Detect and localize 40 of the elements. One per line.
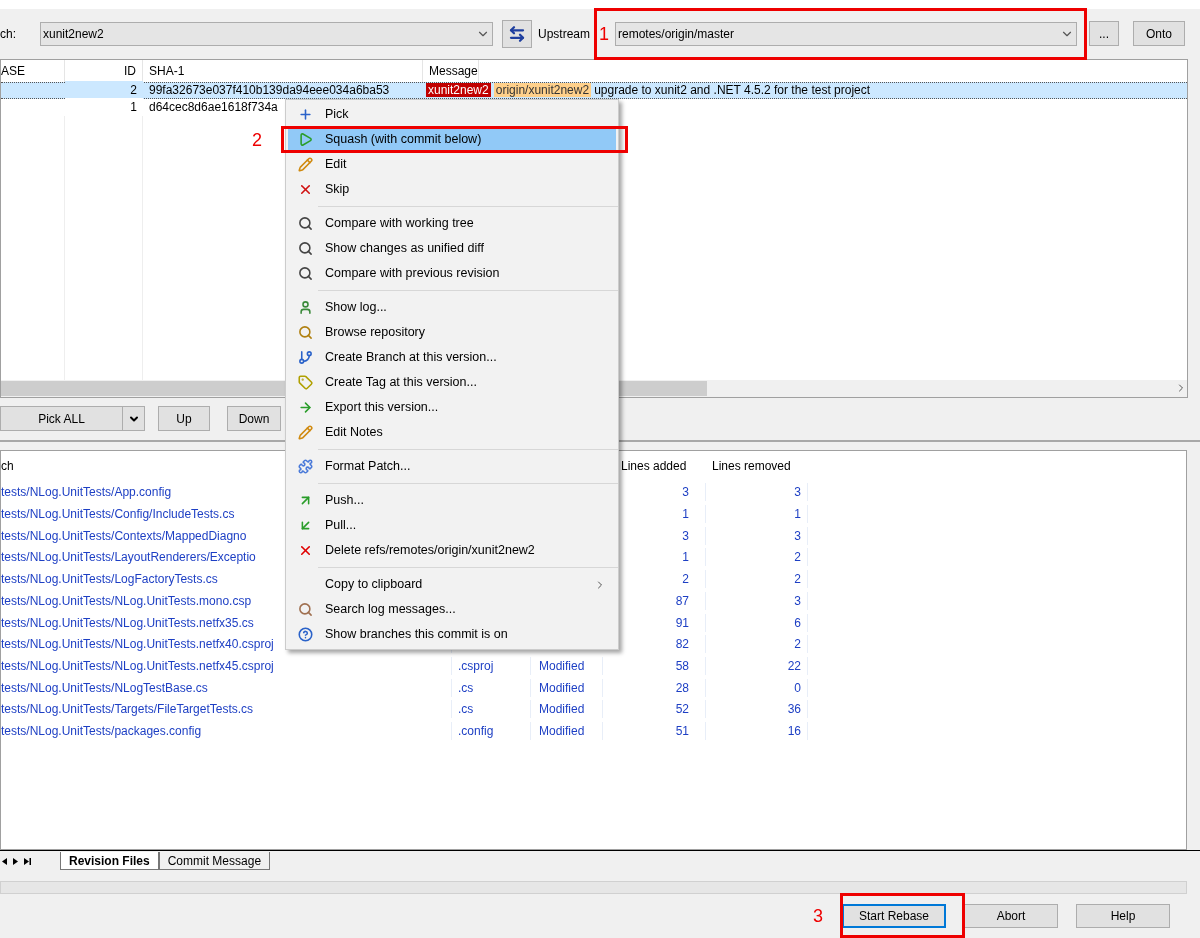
table-cell: 16: [706, 721, 808, 740]
table-cell: 3: [706, 591, 808, 610]
step-number: 3: [813, 905, 823, 928]
table-cell: 2: [706, 570, 808, 589]
table-cell: 22: [706, 656, 808, 675]
upstream-label: Upstream: [538, 25, 590, 43]
table-cell-text: d64cec8d6ae1618f734a: [149, 99, 278, 117]
column-header: ASE: [1, 59, 65, 82]
column-header: Lines added: [620, 458, 688, 476]
column-header: Lines removed: [711, 458, 792, 476]
column-header: SHA-1: [143, 59, 423, 82]
table-cell: 6: [706, 613, 808, 632]
table-cell: Modified: [531, 721, 603, 740]
branch-tag: origin/xunit2new2: [493, 83, 592, 98]
table-cell: 28: [603, 678, 706, 697]
table-cell: 58: [603, 656, 706, 675]
branch-label: ch:: [0, 25, 17, 43]
table-cell: 3: [706, 483, 808, 502]
table-cell: 52: [603, 700, 706, 719]
table-cell: .csproj: [452, 656, 531, 675]
table-cell: .config: [452, 721, 531, 740]
table-cell: 2: [706, 548, 808, 567]
table-cell: 0: [706, 678, 808, 697]
table-cell: 2: [706, 635, 808, 654]
step-number: 1: [599, 23, 609, 46]
table-cell: .cs: [452, 700, 531, 719]
table-cell: 51: [603, 721, 706, 740]
table-cell-text: upgrade to xunit2 and .NET 4.5.2 for the test project: [594, 82, 871, 100]
column-header: ch: [1, 458, 14, 476]
branch-tag: xunit2new2: [426, 83, 491, 98]
table-cell: Modified: [531, 700, 603, 719]
step-number: 2: [252, 129, 262, 152]
table-cell: 1: [706, 505, 808, 524]
column-header: Message: [423, 59, 479, 82]
table-cell: .cs: [452, 678, 531, 697]
table-cell: Modified: [531, 656, 603, 675]
table-cell: Modified: [531, 678, 603, 697]
table-cell-text: 99fa32673e037f410b139da94eee034a6ba53: [149, 82, 390, 100]
table-cell: 3: [706, 526, 808, 545]
table-cell: 36: [706, 700, 808, 719]
